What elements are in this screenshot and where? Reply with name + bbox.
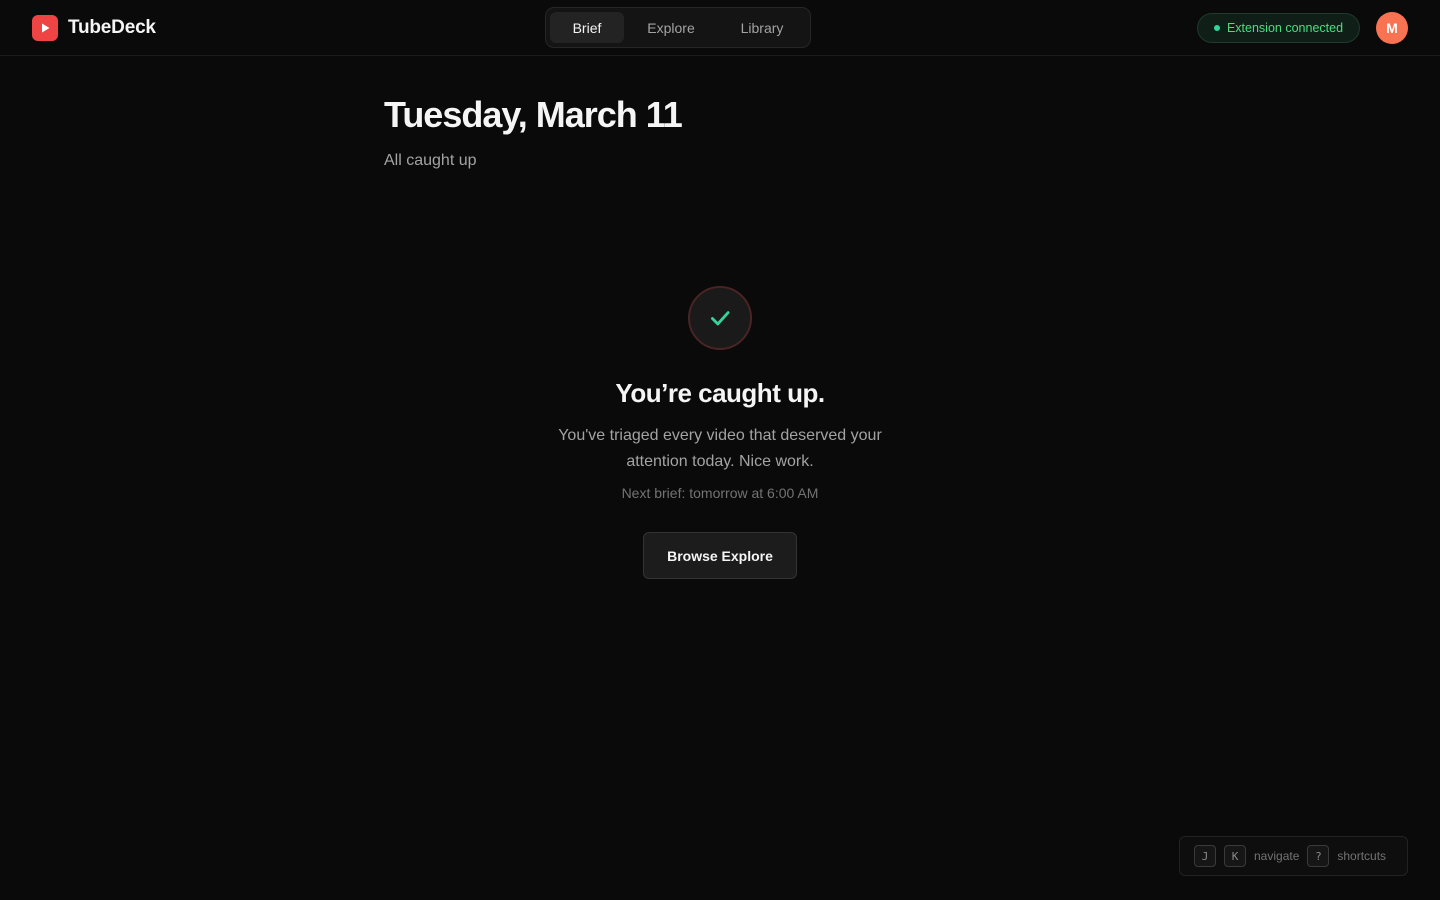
extension-status-badge: Extension connected [1197,13,1360,43]
play-icon [32,15,58,41]
shortcuts-label: shortcuts [1337,849,1387,863]
keyboard-shortcuts-hint: J K navigate ? shortcuts [1179,836,1408,876]
page-title: Tuesday, March 11 [384,94,683,135]
empty-state-message: You've triaged every video that deserved… [558,427,882,470]
empty-state-title: You’re caught up. [615,378,825,408]
kbd-help[interactable]: ? [1307,845,1330,867]
brand[interactable]: TubeDeck [32,14,156,42]
kbd-j: J [1194,845,1216,867]
user-avatar[interactable]: M [1376,12,1408,44]
check-icon [688,286,752,350]
kbd-k: K [1224,845,1246,867]
app-name: TubeDeck [68,17,156,38]
status-dot-icon [1213,25,1220,31]
page-subtitle: All caught up [384,152,477,169]
navigate-label: navigate [1254,849,1300,863]
top-bar: TubeDeck Brief Explore Library Extension… [0,0,1440,56]
tab-explore[interactable]: Explore [624,12,718,43]
tab-library[interactable]: Library [718,12,806,43]
next-brief-time: Next brief: tomorrow at 6:00 AM [621,485,819,501]
extension-status-label: Extension connected [1226,21,1344,35]
tab-brief[interactable]: Brief [550,12,624,43]
main-nav: Brief Explore Library [545,7,811,48]
browse-explore-button[interactable]: Browse Explore [643,532,797,579]
